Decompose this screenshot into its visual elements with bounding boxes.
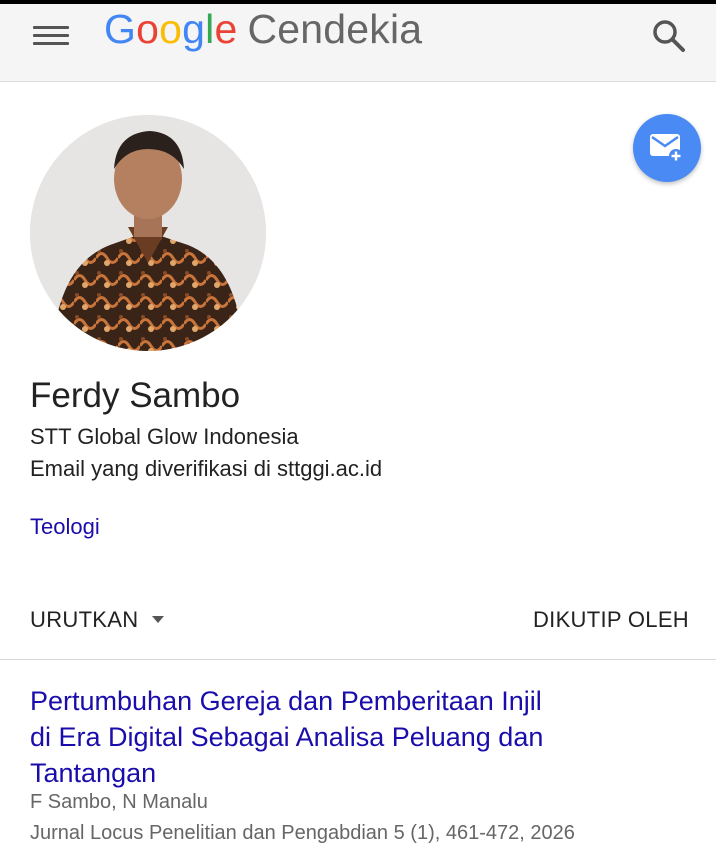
divider — [0, 659, 716, 660]
logo-letter: g — [182, 6, 206, 52]
publication-title-link[interactable]: Pertumbuhan Gereja dan Pemberitaan Injil… — [30, 683, 570, 791]
logo-letter: G — [104, 6, 137, 52]
product-name: Cendekia — [247, 6, 423, 52]
logo-letter: o — [136, 6, 160, 52]
google-scholar-logo[interactable]: Google Cendekia — [104, 6, 422, 53]
logo-letter: e — [214, 6, 238, 52]
search-icon[interactable] — [651, 18, 687, 54]
caret-down-icon — [152, 615, 165, 623]
sort-dropdown[interactable]: URUTKAN — [30, 607, 165, 633]
top-app-bar: Google Cendekia — [0, 0, 716, 82]
publication-venue: Jurnal Locus Penelitian dan Pengabdian 5… — [30, 822, 575, 844]
menu-icon[interactable] — [33, 24, 69, 48]
verified-email: Email yang diverifikasi di sttggi.ac.id — [30, 456, 383, 481]
research-interest-link[interactable]: Teologi — [30, 514, 100, 540]
mail-plus-icon — [650, 134, 683, 163]
cited-by-header[interactable]: DIKUTIP OLEH — [533, 607, 689, 633]
profile-affiliation: STT Global Glow Indonesia — [30, 424, 299, 449]
logo-letter: o — [159, 6, 183, 52]
sort-label: URUTKAN — [30, 607, 139, 632]
follow-button[interactable] — [633, 114, 701, 182]
profile-avatar — [30, 115, 266, 351]
profile-name: Ferdy Sambo — [30, 376, 241, 415]
publication-authors: F Sambo, N Manalu — [30, 791, 208, 813]
